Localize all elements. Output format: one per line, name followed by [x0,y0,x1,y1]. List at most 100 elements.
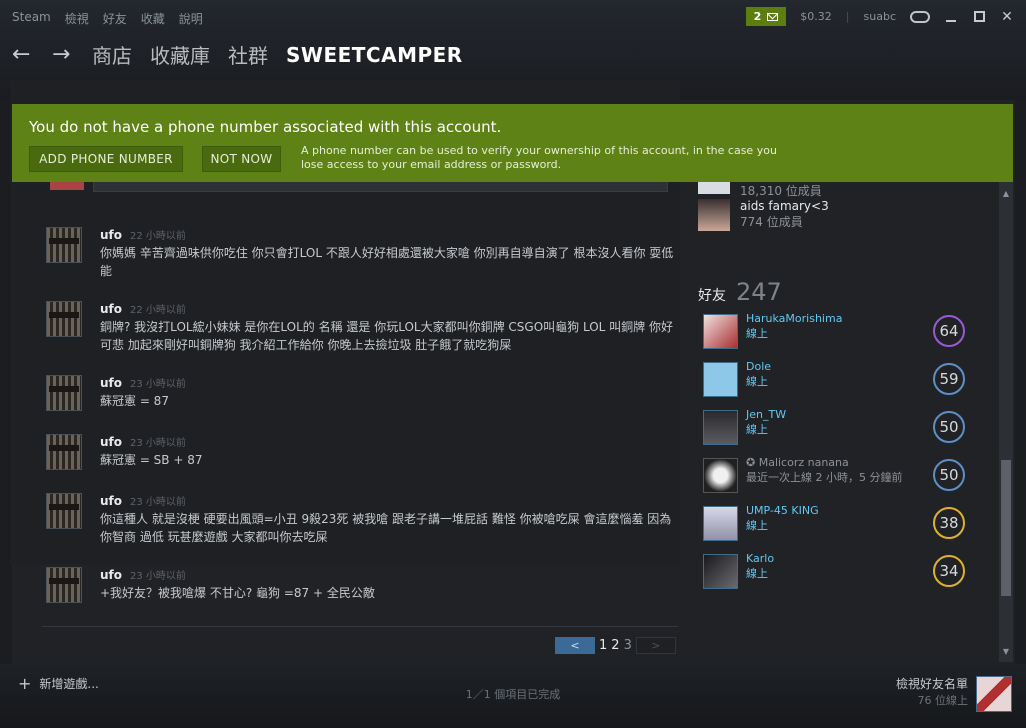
maximize-button[interactable] [972,10,986,24]
friend-avatar [703,506,738,541]
nav-library[interactable]: 收藏庫 [150,40,210,69]
not-now-button[interactable]: NOT NOW [202,146,281,172]
wallet-balance[interactable]: $0.32 [800,10,832,23]
scroll-thumb[interactable] [1001,460,1011,596]
nav-community[interactable]: 社群 [228,40,268,69]
add-phone-button[interactable]: ADD PHONE NUMBER [29,146,183,172]
banner-title: You do not have a phone number associate… [29,118,502,136]
nav-store[interactable]: 商店 [92,40,132,69]
menu-games[interactable]: 收藏 [141,10,165,27]
friend-item[interactable]: ✪ Malicorz nanana 最近一次上線 2 小時，5 分鐘前 50 [703,456,965,494]
commenter-name[interactable]: ufo [100,302,122,316]
friend-level-badge: 50 [933,411,965,443]
comment-text: 銅牌? 我沒打LOL綋小妹妹 是你在LOL的 名稱 還是 你玩LOL大家都叫你銅… [100,320,673,352]
friends-header[interactable]: 好友 247 [698,278,782,306]
friend-level-badge: 59 [933,363,965,395]
comment-text: 你媽媽 辛苦齊過味供你吃住 你只會打LOL 不跟人好好相處還被大家嗆 你別再自導… [100,246,674,278]
comment-time: 22 小時以前 [130,231,186,242]
comments-divider [42,626,678,627]
commenter-avatar[interactable] [46,301,82,337]
friend-status: 線上 [746,519,768,532]
view-friends-button[interactable]: 檢視好友名單 76 位線上 [896,675,968,708]
friends-label: 好友 [698,288,726,304]
divider: | [845,10,850,23]
comment-text: 你這種人 就是沒梗 硬要出風頭=小丑 9殺23死 被我嗆 跟老子講一堆屁話 難怪… [100,512,672,544]
comment-text: 蘇冠憲 = 87 [100,394,169,408]
user-avatar[interactable] [976,676,1012,712]
commenter-name[interactable]: ufo [100,494,122,508]
friend-status: 線上 [746,423,768,436]
commenter-avatar[interactable] [46,227,82,263]
comment-text: +我好友？被我嗆爆 不甘心? 龜狗 =87 + 全民公敵 [100,586,375,600]
friend-status: 線上 [746,375,768,388]
group-avatar [698,182,730,194]
window-controls: 2 $0.32 | suabc ✕ [745,7,1014,26]
back-arrow-icon[interactable]: ← [12,42,34,67]
menu-bar: Steam 檢視 好友 收藏 說明 [12,10,203,27]
maximize-icon [973,11,985,22]
friend-name: UMP-45 KING [746,504,819,517]
scroll-down-arrow-icon[interactable]: ▼ [999,644,1013,658]
prev-page-button[interactable]: < [555,637,595,654]
page-1[interactable]: 1 [599,638,607,653]
commenter-name[interactable]: ufo [100,228,122,242]
forward-arrow-icon[interactable]: → [52,42,74,67]
friends-count: 247 [736,278,782,306]
commenter-avatar[interactable] [46,493,82,529]
friend-item[interactable]: UMP-45 KING 線上 38 [703,504,965,542]
group-item[interactable]: aids famary<3 774 位成員 [698,199,829,231]
friend-status: 最近一次上線 2 小時，5 分鐘前 [746,471,903,484]
close-button[interactable]: ✕ [1000,9,1014,25]
menu-help[interactable]: 說明 [179,10,203,27]
commenter-avatar[interactable] [46,567,82,603]
download-status[interactable]: 1／1 個項目已完成 [0,686,1026,702]
group-name: aids famary<3 [740,199,829,213]
page-3[interactable]: 3 [624,638,632,653]
big-picture-icon[interactable] [910,10,930,23]
page-2[interactable]: 2 [611,638,619,653]
menu-friends[interactable]: 好友 [103,10,127,27]
commenter-avatar[interactable] [46,434,82,470]
status-bar: + 新增遊戲... 1／1 個項目已完成 檢視好友名單 76 位線上 [0,664,1026,728]
comment-time: 23 小時以前 [130,497,186,508]
comment-time: 22 小時以前 [130,305,186,316]
comment-input[interactable] [93,182,668,192]
group-member-count: 18,310 位成員 [740,184,822,198]
friend-status: 線上 [746,567,768,580]
comment-text: 蘇冠憲 = SB + 87 [100,453,203,467]
next-page-button[interactable]: > [635,637,676,654]
comment-time: 23 小時以前 [130,379,186,390]
friend-avatar [703,458,738,493]
mail-icon [767,12,779,21]
group-member-count: 774 位成員 [740,215,803,229]
commenter-avatar[interactable] [46,375,82,411]
friend-level-badge: 38 [933,507,965,539]
commenter-name[interactable]: ufo [100,435,122,449]
own-avatar [50,182,84,190]
friend-item[interactable]: Karlo 線上 34 [703,552,965,590]
friend-avatar [703,362,738,397]
account-name[interactable]: suabc [864,10,896,23]
friend-name: HarukaMorishima [746,312,843,325]
group-item[interactable]: 18,310 位成員 [698,182,822,199]
menu-view[interactable]: 檢視 [65,10,89,27]
friend-item[interactable]: Jen_TW 線上 50 [703,408,965,446]
minimize-icon [946,12,956,22]
friend-level-badge: 34 [933,555,965,587]
view-friends-label: 檢視好友名單 [895,677,968,691]
friend-item[interactable]: HarukaMorishima 線上 64 [703,312,965,350]
main-nav: ← → 商店 收藏庫 社群 SWEETCAMPER [12,40,463,69]
commenter-name[interactable]: ufo [100,376,122,390]
notification-count: 2 [753,10,762,23]
commenter-name[interactable]: ufo [100,568,122,582]
notifications-button[interactable]: 2 [745,7,787,26]
group-avatar [698,199,730,231]
nav-profile[interactable]: SWEETCAMPER [286,43,463,67]
scroll-up-arrow-icon[interactable]: ▲ [999,186,1013,200]
friend-item[interactable]: Dole 線上 59 [703,360,965,398]
friend-avatar [703,410,738,445]
menu-steam[interactable]: Steam [12,10,51,27]
minimize-button[interactable] [944,10,958,24]
friend-name: Jen_TW [746,408,787,421]
scrollbar[interactable]: ▲ ▼ [999,182,1013,662]
